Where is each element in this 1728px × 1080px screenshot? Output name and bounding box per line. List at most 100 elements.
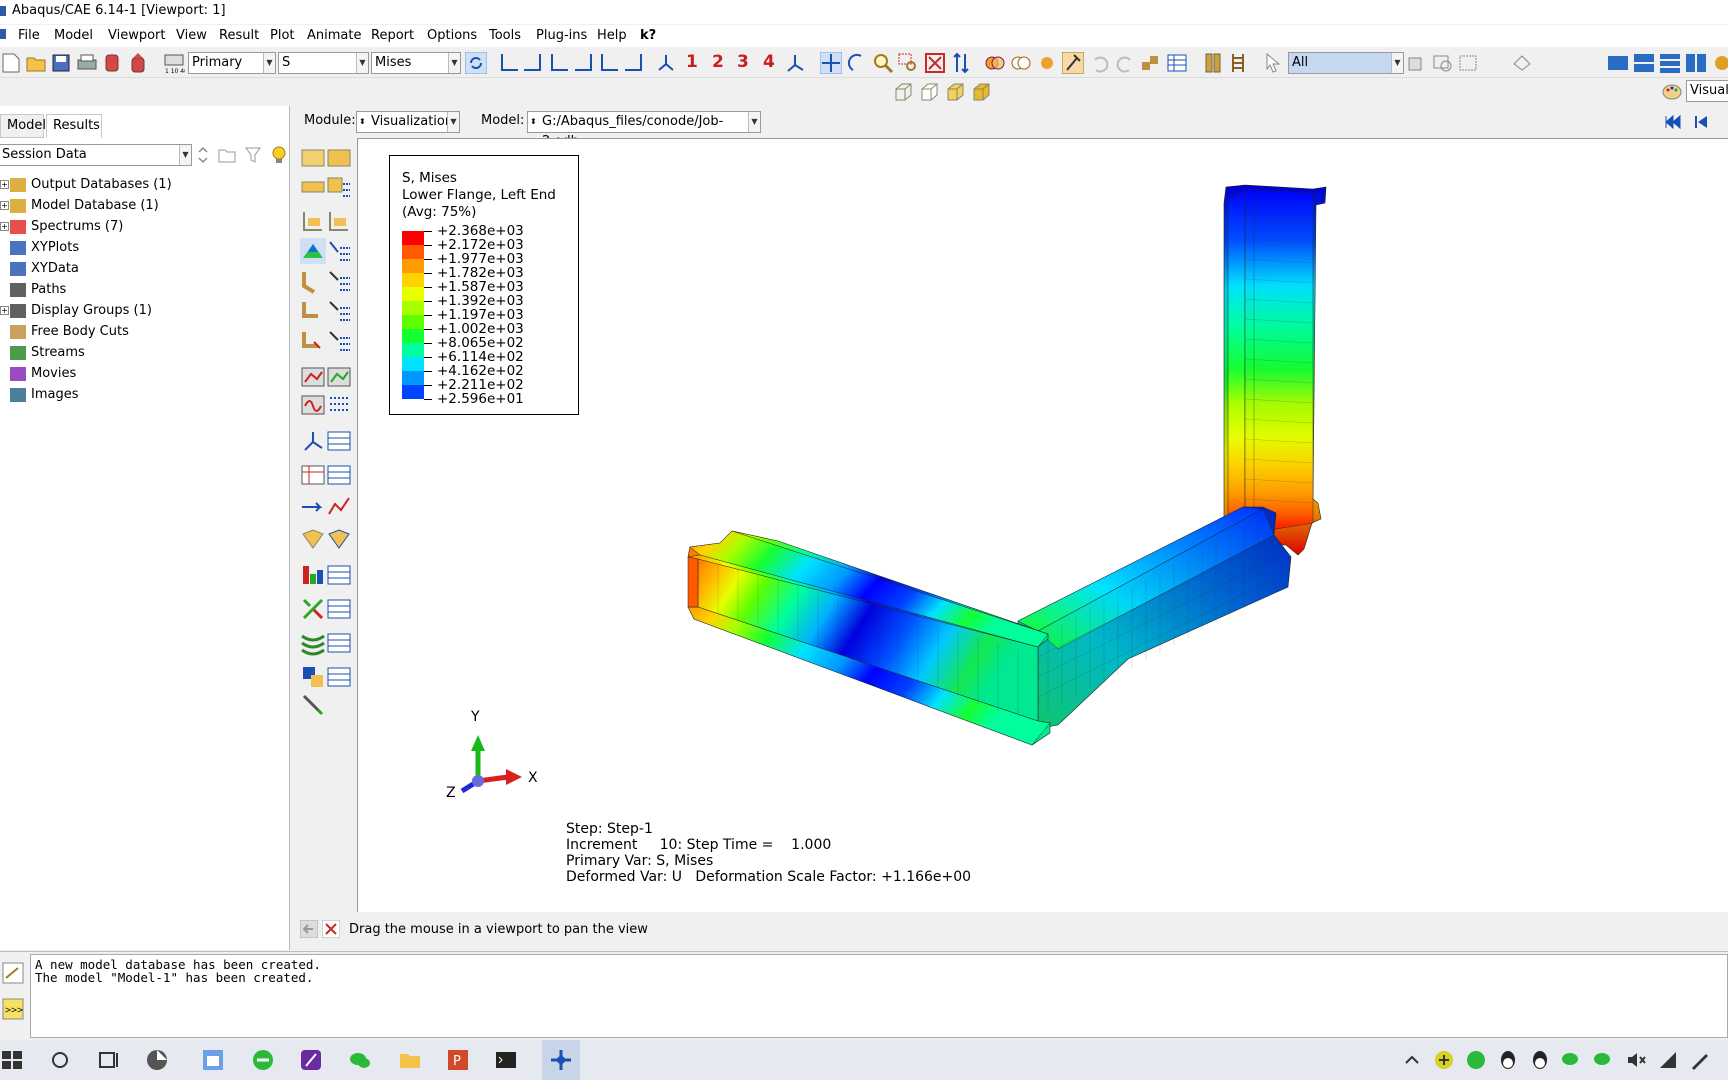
expand-toggle-icon[interactable]: +: [0, 306, 9, 315]
step-frame-icon[interactable]: 1 10 40: [163, 52, 185, 74]
print-icon[interactable]: [76, 52, 98, 74]
expand-collapse-icon[interactable]: [196, 144, 210, 166]
layout-horizontal-icon[interactable]: [1659, 52, 1681, 74]
animate-harmonic-icon[interactable]: [300, 392, 326, 418]
render-style-icon[interactable]: [984, 52, 1006, 74]
ruler-icon[interactable]: [1202, 52, 1224, 74]
contour-options-icon[interactable]: [326, 174, 352, 200]
abaqus-taskbar-button[interactable]: [542, 1040, 580, 1080]
activate-elements-icon[interactable]: [300, 526, 326, 552]
wechat-tray-icon[interactable]: [1560, 1048, 1584, 1072]
powerpoint-icon[interactable]: P: [446, 1048, 470, 1072]
step-select[interactable]: Primary ▼: [188, 52, 276, 74]
animate-time-history-icon[interactable]: [326, 364, 352, 390]
tools-pencil-icon[interactable]: [300, 692, 326, 718]
plus-tray-icon[interactable]: [1432, 1048, 1456, 1072]
redo-icon[interactable]: [1114, 52, 1136, 74]
view-cut-manager-icon[interactable]: [326, 428, 352, 454]
undo-icon[interactable]: [1089, 52, 1111, 74]
menu-options[interactable]: Options: [427, 28, 477, 43]
context-help-icon[interactable]: k?: [640, 28, 656, 43]
hidden-line-icon[interactable]: [1010, 52, 1032, 74]
free-body-manager-icon[interactable]: [326, 596, 352, 622]
feather-app-icon[interactable]: [299, 1048, 323, 1072]
xy-data-manager-icon[interactable]: [326, 462, 352, 488]
animate-scale-factor-icon[interactable]: [300, 364, 326, 390]
contour-plot-options-icon[interactable]: [326, 238, 352, 264]
query-icon[interactable]: [326, 526, 352, 552]
lightbulb-icon[interactable]: [268, 144, 290, 166]
stream-manager-icon[interactable]: [326, 630, 352, 656]
box-zoom-icon[interactable]: [897, 52, 919, 74]
menu-view[interactable]: View: [176, 28, 207, 43]
plot-allow-multiple-icon[interactable]: [300, 298, 326, 324]
viewport-1[interactable]: S, Mises Lower Flange, Left End (Avg: 75…: [357, 138, 1728, 912]
drag-select-icon[interactable]: [1512, 52, 1534, 74]
qq-icon[interactable]: [1496, 1048, 1520, 1072]
wechat-icon[interactable]: [348, 1048, 372, 1072]
symbol-options-icon[interactable]: [326, 208, 352, 234]
shaded-icon[interactable]: [1036, 52, 1058, 74]
superimpose-icon[interactable]: [300, 328, 326, 354]
plot-contours-icon[interactable]: [300, 174, 326, 200]
shaded-cube-icon[interactable]: [970, 81, 992, 103]
cancel-close-icon[interactable]: [322, 920, 340, 938]
file-explorer-icon[interactable]: [398, 1048, 422, 1072]
expand-toggle-icon[interactable]: +: [0, 180, 9, 189]
cycle-views-icon[interactable]: [950, 52, 972, 74]
database-upload-icon[interactable]: [127, 52, 149, 74]
plot-deformed-icon[interactable]: [326, 146, 352, 172]
zoom-icon[interactable]: [872, 52, 894, 74]
module-quick-select[interactable]: Visuali: [1686, 80, 1728, 102]
save-icon[interactable]: [50, 52, 72, 74]
filled-cube-icon[interactable]: [944, 81, 966, 103]
xy-plot-icon[interactable]: [326, 494, 352, 520]
view-zy-icon[interactable]: [573, 52, 595, 74]
view-xz-icon[interactable]: [623, 52, 645, 74]
create-display-group-icon[interactable]: [300, 562, 326, 588]
chart-app-icon[interactable]: [201, 1048, 225, 1072]
layout-single-icon[interactable]: [1607, 52, 1629, 74]
search-icon[interactable]: [48, 1048, 72, 1072]
wireframe-cube-icon[interactable]: [892, 81, 914, 103]
pen-icon[interactable]: [1688, 1048, 1712, 1072]
assembly-icon[interactable]: [1140, 52, 1162, 74]
previous-frame-icon[interactable]: [1690, 111, 1712, 133]
plot-material-orientation-icon[interactable]: [300, 268, 326, 294]
layout-cascade-icon[interactable]: [1633, 52, 1655, 74]
view-zx-icon[interactable]: [598, 52, 620, 74]
hammer-icon[interactable]: [1062, 52, 1084, 74]
menu-plugins[interactable]: Plug-ins: [536, 28, 587, 43]
auto-fit-icon[interactable]: [924, 52, 946, 74]
user-view-4-button[interactable]: 4: [763, 52, 775, 72]
browser-icon[interactable]: [251, 1048, 275, 1072]
wifi-icon[interactable]: [1656, 1048, 1680, 1072]
menu-tools[interactable]: Tools: [489, 28, 521, 43]
tab-model[interactable]: Model: [0, 114, 46, 138]
select-options-icon[interactable]: [1405, 52, 1427, 74]
model-select[interactable]: ⬍G:/Abaqus_files/conode/Job-2.odb▼: [527, 111, 761, 149]
new-file-icon[interactable]: [0, 52, 22, 74]
superimpose-options-icon[interactable]: [326, 328, 352, 354]
view-cut-icon[interactable]: [300, 428, 326, 454]
display-group-manager-icon[interactable]: [326, 562, 352, 588]
chevron-up-icon[interactable]: [1400, 1048, 1424, 1072]
invariant-select[interactable]: Mises ▼: [371, 52, 461, 74]
message-area-icon[interactable]: [2, 962, 24, 984]
view-yx-icon[interactable]: [522, 52, 544, 74]
refresh-sync-icon[interactable]: [465, 52, 487, 74]
pinwheel-app-icon[interactable]: [145, 1048, 169, 1072]
ladder-icon[interactable]: [1227, 52, 1249, 74]
terminal-icon[interactable]: [494, 1048, 518, 1072]
view-xy-icon[interactable]: [498, 52, 520, 74]
select-arrow-icon[interactable]: [1262, 52, 1284, 74]
windows-start-icon[interactable]: [0, 1048, 24, 1072]
create-free-body-icon[interactable]: [300, 596, 326, 622]
menu-help[interactable]: Help: [597, 28, 627, 43]
palette-icon[interactable]: [1661, 81, 1683, 103]
tab-results[interactable]: Results: [46, 114, 102, 138]
layout-vertical-icon[interactable]: [1685, 52, 1707, 74]
database-save-icon[interactable]: [101, 52, 123, 74]
first-frame-icon[interactable]: [1662, 111, 1684, 133]
menu-plot[interactable]: Plot: [270, 28, 295, 43]
